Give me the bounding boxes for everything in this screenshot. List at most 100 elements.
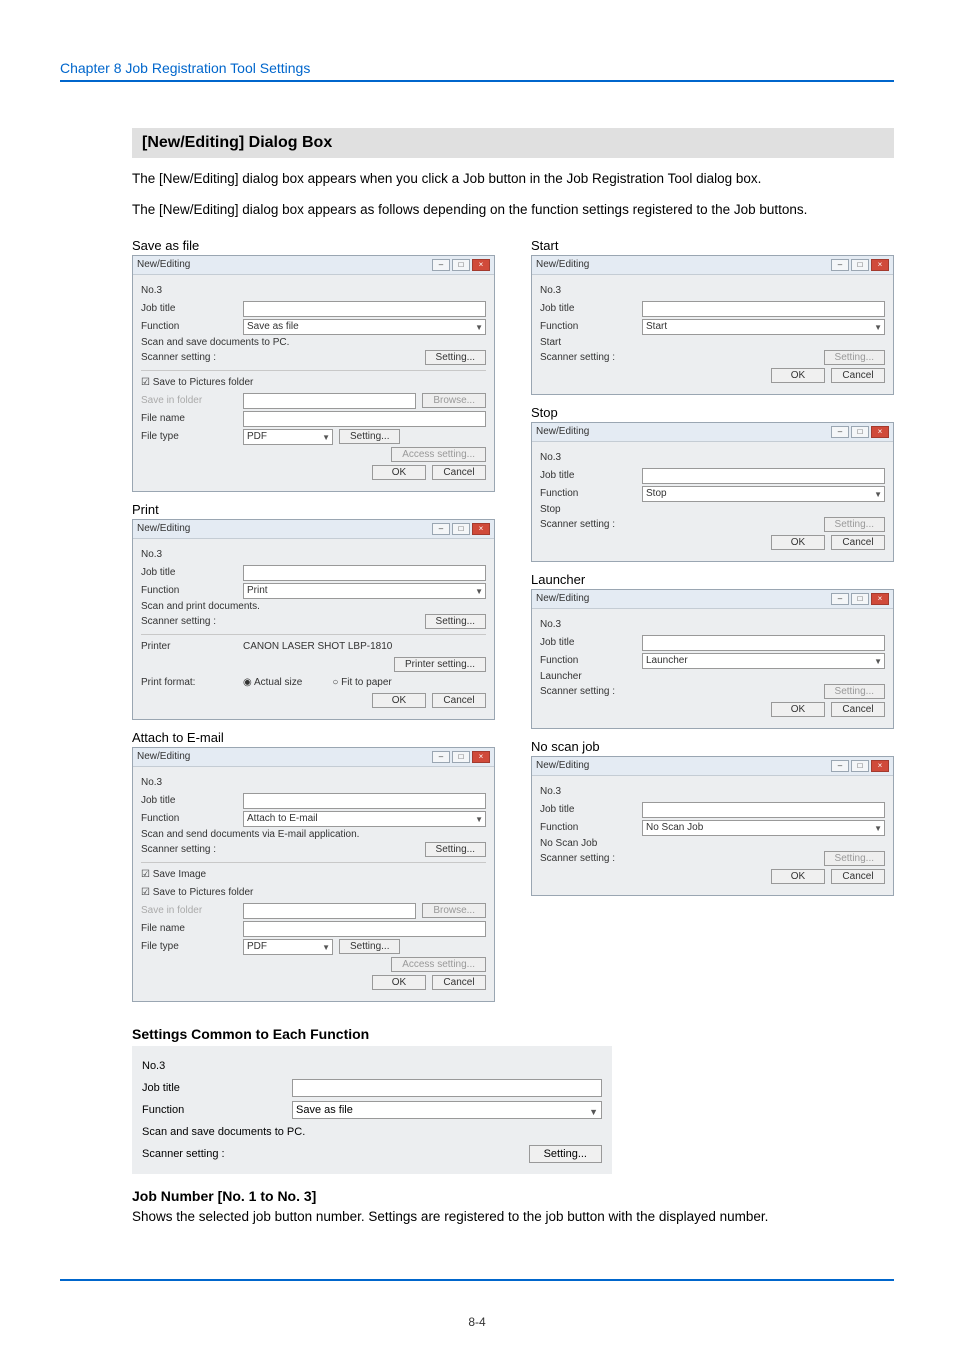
minimize-icon[interactable]: – [831,593,849,605]
function-label: Function [540,321,642,332]
dialog-title: New/Editing [137,259,190,270]
job-title-label: Job title [540,804,642,815]
minimize-icon[interactable]: – [831,259,849,271]
function-combo[interactable]: Stop [642,486,885,502]
save-in-folder-input [243,393,416,409]
save-to-pictures-checkbox[interactable]: Save to Pictures folder [141,887,253,898]
close-icon[interactable]: × [871,593,889,605]
job-title-label: Job title [141,795,243,806]
cancel-button[interactable]: Cancel [432,693,486,708]
ok-button[interactable]: OK [771,368,825,383]
ok-button[interactable]: OK [372,465,426,480]
chapter-title: Chapter 8 Job Registration Tool Settings [60,60,310,76]
minimize-icon[interactable]: – [432,523,450,535]
dialog-title: New/Editing [536,259,589,270]
cancel-button[interactable]: Cancel [831,702,885,717]
common-function-combo[interactable]: Save as file [292,1101,602,1119]
dialog-launcher: New/Editing–□× No.3 Job title FunctionLa… [531,589,894,729]
ok-button[interactable]: OK [372,975,426,990]
label-attach: Attach to E-mail [132,730,495,745]
close-icon[interactable]: × [472,751,490,763]
job-number-text: Shows the selected job button number. Se… [132,1208,894,1227]
job-title-label: Job title [540,637,642,648]
dialog-noscan: New/Editing–□× No.3 Job title FunctionNo… [531,756,894,896]
job-number: No.3 [540,619,642,630]
cancel-button[interactable]: Cancel [831,869,885,884]
file-name-input[interactable] [243,921,486,937]
common-function-desc: Scan and save documents to PC. [142,1126,305,1138]
cancel-button[interactable]: Cancel [831,368,885,383]
scanner-setting-label: Scanner setting : [141,844,243,855]
browse-button: Browse... [422,393,486,408]
browse-button: Browse... [422,903,486,918]
file-type-label: File type [141,941,243,952]
close-icon[interactable]: × [472,259,490,271]
function-combo[interactable]: Save as file [243,319,486,335]
function-desc: Scan and save documents to PC. [141,337,486,348]
job-title-input[interactable] [243,565,486,581]
common-job-title-label: Job title [142,1082,292,1094]
printer-setting-button[interactable]: Printer setting... [394,657,486,672]
ok-button[interactable]: OK [771,535,825,550]
function-combo[interactable]: Start [642,319,885,335]
dialog-title: New/Editing [536,760,589,771]
file-type-combo[interactable]: PDF [243,429,333,445]
file-type-setting-button[interactable]: Setting... [339,939,400,954]
setting-button[interactable]: Setting... [425,350,486,365]
save-to-pictures-checkbox[interactable]: Save to Pictures folder [141,377,253,388]
job-title-input[interactable] [642,802,885,818]
maximize-icon[interactable]: □ [851,760,869,772]
function-combo[interactable]: No Scan Job [642,820,885,836]
ok-button[interactable]: OK [372,693,426,708]
setting-button[interactable]: Setting... [425,842,486,857]
function-combo[interactable]: Print [243,583,486,599]
job-title-input[interactable] [243,301,486,317]
maximize-icon[interactable]: □ [851,426,869,438]
printer-label: Printer [141,641,243,652]
setting-button[interactable]: Setting... [425,614,486,629]
function-combo[interactable]: Launcher [642,653,885,669]
setting-button: Setting... [824,517,885,532]
minimize-icon[interactable]: – [432,259,450,271]
cancel-button[interactable]: Cancel [432,975,486,990]
ok-button[interactable]: OK [771,702,825,717]
save-image-checkbox[interactable]: Save Image [141,869,206,880]
job-title-input[interactable] [642,301,885,317]
job-title-input[interactable] [642,635,885,651]
common-setting-button[interactable]: Setting... [529,1145,602,1163]
cancel-button[interactable]: Cancel [831,535,885,550]
access-setting-button: Access setting... [391,447,486,462]
maximize-icon[interactable]: □ [452,523,470,535]
common-job-title-input[interactable] [292,1079,602,1097]
common-settings-panel: No.3 Job title FunctionSave as file Scan… [132,1046,612,1174]
close-icon[interactable]: × [871,426,889,438]
maximize-icon[interactable]: □ [851,593,869,605]
dialog-print: New/Editing –□× No.3 Job title FunctionP… [132,519,495,720]
file-name-input[interactable] [243,411,486,427]
ok-button[interactable]: OK [771,869,825,884]
fit-to-paper-radio[interactable]: Fit to paper [332,677,391,688]
close-icon[interactable]: × [871,760,889,772]
file-name-label: File name [141,923,243,934]
dialog-title: New/Editing [536,426,589,437]
scanner-setting-label: Scanner setting : [141,352,243,363]
job-title-input[interactable] [243,793,486,809]
file-type-label: File type [141,431,243,442]
maximize-icon[interactable]: □ [851,259,869,271]
close-icon[interactable]: × [472,523,490,535]
maximize-icon[interactable]: □ [452,259,470,271]
maximize-icon[interactable]: □ [452,751,470,763]
job-title-input[interactable] [642,468,885,484]
cancel-button[interactable]: Cancel [432,465,486,480]
dialog-stop: New/Editing–□× No.3 Job title FunctionSt… [531,422,894,562]
minimize-icon[interactable]: – [831,760,849,772]
file-type-setting-button[interactable]: Setting... [339,429,400,444]
minimize-icon[interactable]: – [432,751,450,763]
function-combo[interactable]: Attach to E-mail [243,811,486,827]
intro-paragraph-1: The [New/Editing] dialog box appears whe… [132,170,894,189]
file-type-combo[interactable]: PDF [243,939,333,955]
dialog-start: New/Editing–□× No.3 Job title FunctionSt… [531,255,894,395]
actual-size-radio[interactable]: Actual size [243,677,302,688]
minimize-icon[interactable]: – [831,426,849,438]
close-icon[interactable]: × [871,259,889,271]
